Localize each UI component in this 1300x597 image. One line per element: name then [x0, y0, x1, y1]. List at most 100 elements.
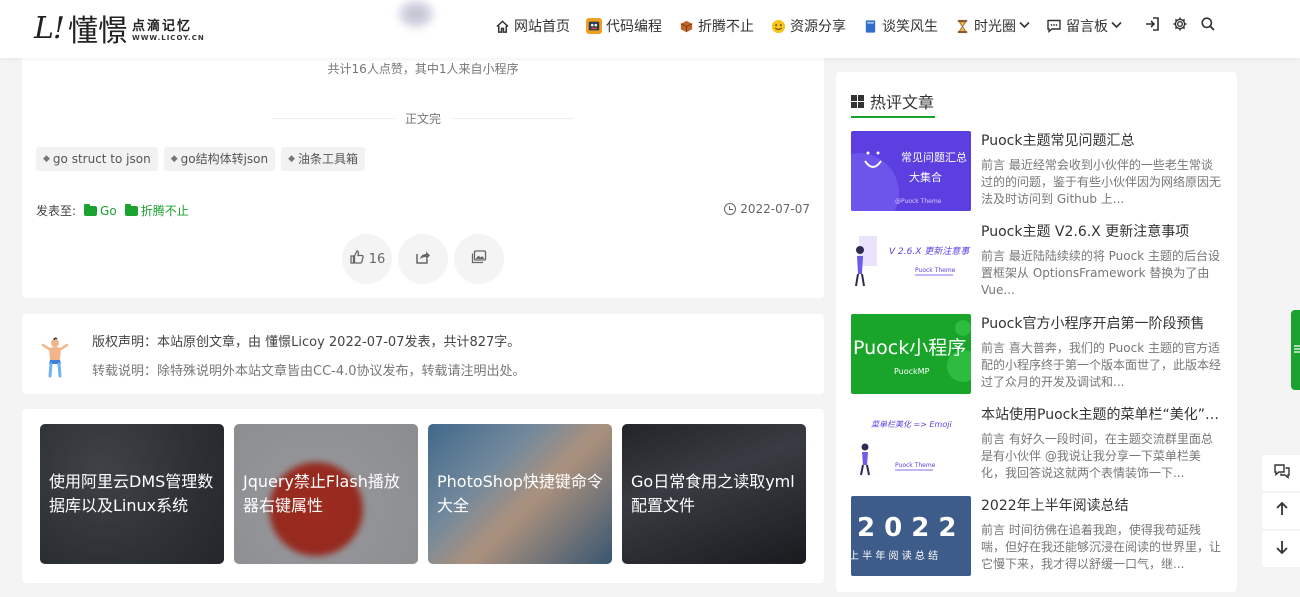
hot-post-excerpt: 前言 喜大普奔，我们的 Puock 主题的官方适配的小程序终于第一个版本面世了，… — [981, 341, 1222, 389]
post-date: 2022-07-07 — [724, 202, 810, 216]
side-drawer-tab[interactable] — [1291, 310, 1300, 390]
site-header: L! 懂憬 点滴记忆 WWW.LICOY.CN 网站首页 代码编程 折腾不止 资… — [0, 0, 1300, 58]
tag-icon: ◆ — [170, 153, 178, 164]
related-post-card[interactable]: Go日常食用之读取yml配置文件 — [622, 424, 806, 564]
hot-post-excerpt: 前言 有好久一段时间，在主题交流群里面总是有小伙伴 @我说让我分享一下菜单栏美化… — [981, 432, 1213, 480]
svg-text:常见问题汇总: 常见问题汇总 — [901, 150, 967, 164]
tag-item[interactable]: ◆ 油条工具箱 — [281, 147, 366, 171]
nav-item-guestbook[interactable]: 留言板 — [1046, 16, 1122, 36]
nav-label: 谈笑风生 — [882, 19, 938, 35]
hot-post-title: Puock官方小程序开启第一阶段预售 — [981, 316, 1205, 332]
related-post-title: Go日常食用之读取yml配置文件 — [631, 472, 795, 515]
hot-post-excerpt: 前言 最近陆陆续续的将 Puock 主题的后台设置框架从 OptionsFram… — [981, 249, 1220, 297]
copyright-card: 版权声明：本站原创文章，由 懂憬Licoy 2022-07-07发表，共计827… — [22, 314, 824, 394]
nav-label: 留言板 — [1066, 19, 1108, 35]
nav-item-talk[interactable]: 谈笑风生 — [862, 16, 938, 36]
svg-text:上 半 年 阅 读 总 结: 上 半 年 阅 读 总 结 — [851, 549, 938, 562]
svg-text:2 0 2 2: 2 0 2 2 — [857, 513, 957, 543]
hot-post-item[interactable]: 2 0 2 2 上 半 年 阅 读 总 结 2022年上半年阅读总结 前言 时间… — [851, 496, 1223, 578]
category-link-tinker[interactable]: 折腾不止 — [124, 202, 189, 219]
hot-post-item[interactable]: 常见问题汇总 大集合 @Puock Theme Puock主题常见问题汇总 前言… — [851, 131, 1223, 213]
post-end-text: 正文完 — [394, 112, 451, 126]
comments-button[interactable] — [1262, 455, 1300, 491]
blurred-avatar — [398, 0, 434, 28]
hot-post-item[interactable]: Puock小程序 PuockMP Puock官方小程序开启第一阶段预售 前言 喜… — [851, 314, 1223, 396]
tag-item[interactable]: ◆ go结构体转json — [163, 147, 276, 171]
tag-label: go struct to json — [52, 151, 151, 166]
related-post-card[interactable]: PhotoShop快捷键命令大全 — [428, 424, 612, 564]
publish-row: 发表至: Go 折腾不止 — [36, 202, 189, 219]
search-icon — [1200, 16, 1216, 36]
svg-text:V 2.6.X 更新注意事: V 2.6.X 更新注意事 — [889, 246, 971, 257]
logo-mark: L! — [34, 10, 65, 46]
like-summary: 共计16人点赞，其中1人来自小程序 — [327, 62, 519, 76]
post-end-marker: 正文完 — [22, 110, 824, 127]
publish-label: 发表至: — [36, 204, 77, 218]
nav-item-home[interactable]: 网站首页 — [494, 16, 570, 36]
search-button[interactable] — [1194, 14, 1222, 38]
folder-icon — [124, 203, 138, 216]
hot-post-title: 2022年上半年阅读总结 — [981, 498, 1129, 514]
widget-title-text: 热评文章 — [870, 93, 935, 112]
svg-text:Puock Theme: Puock Theme — [895, 462, 936, 469]
nav-label: 代码编程 — [606, 19, 662, 35]
site-logo[interactable]: L! 懂憬 点滴记忆 WWW.LICOY.CN — [34, 8, 205, 50]
image-icon — [471, 249, 487, 269]
hot-post-title: Puock主题常见问题汇总 — [981, 133, 1135, 149]
post-footer-card: 共计16人点赞，其中1人来自小程序 正文完 ◆ go struct to json… — [22, 40, 824, 298]
like-count: 16 — [368, 251, 386, 267]
svg-text:菜单栏美化 => Emoji: 菜单栏美化 => Emoji — [871, 420, 952, 429]
floating-toolbar — [1262, 455, 1300, 569]
category-link-go[interactable]: Go — [84, 203, 117, 218]
gear-icon — [1172, 16, 1188, 36]
tag-icon: ◆ — [43, 153, 50, 164]
hot-post-thumbnail: 2 0 2 2 上 半 年 阅 读 总 结 — [851, 496, 971, 576]
like-button[interactable]: 16 — [342, 234, 392, 284]
tag-item[interactable]: ◆ go struct to json — [36, 147, 158, 171]
nav-item-moments[interactable]: 时光圈 — [954, 16, 1030, 36]
hot-post-thumbnail: Puock小程序 PuockMP — [851, 314, 971, 394]
comments-icon — [1273, 462, 1291, 484]
nav-label: 折腾不止 — [698, 19, 754, 35]
menu-icon — [1294, 344, 1300, 356]
reprint-statement: 转载说明：除特殊说明外本站文章皆由CC-4.0协议发布，转载请注明出处。 — [92, 364, 526, 379]
arrow-down-icon — [1273, 538, 1291, 560]
svg-text:Puock小程序: Puock小程序 — [853, 337, 966, 359]
hot-post-item[interactable]: V 2.6.X 更新注意事 Puock Theme Puock主题 V2.6.X… — [851, 222, 1223, 304]
logo-domain: WWW.LICOY.CN — [131, 33, 205, 42]
hourglass-icon — [954, 18, 970, 34]
poster-button[interactable] — [454, 234, 504, 284]
settings-button[interactable] — [1166, 14, 1194, 38]
hot-posts-widget: 热评文章 常见问题汇总 大集合 @Puock Theme Puock主题常见问题… — [836, 72, 1237, 592]
category-label: Go — [100, 203, 117, 218]
tag-list: ◆ go struct to json ◆ go结构体转json ◆ 油条工具箱 — [36, 147, 371, 171]
nav-item-code[interactable]: 代码编程 — [586, 16, 662, 36]
hot-post-thumbnail: V 2.6.X 更新注意事 Puock Theme — [851, 222, 971, 302]
author-illustration — [40, 336, 70, 378]
hot-post-thumbnail: 常见问题汇总 大集合 @Puock Theme — [851, 131, 971, 211]
share-icon — [415, 249, 431, 269]
message-icon — [1046, 18, 1062, 34]
hot-post-title: 本站使用Puock主题的菜单栏“美化”方法 — [981, 407, 1223, 423]
nav-item-tinker[interactable]: 折腾不止 — [678, 16, 754, 36]
post-actions: 16 — [342, 234, 510, 284]
share-button[interactable] — [398, 234, 448, 284]
related-post-card[interactable]: 使用阿里云DMS管理数据库以及Linux系统 — [40, 424, 224, 564]
related-post-title: Jquery禁止Flash播放器右键属性 — [243, 472, 400, 515]
category-label: 折腾不止 — [140, 204, 189, 218]
related-post-card[interactable]: Jquery禁止Flash播放器右键属性 — [234, 424, 418, 564]
scroll-top-button[interactable] — [1262, 493, 1300, 529]
svg-text:PuockMP: PuockMP — [894, 367, 930, 376]
related-post-title: PhotoShop快捷键命令大全 — [437, 472, 603, 515]
svg-text:大集合: 大集合 — [909, 170, 942, 184]
scroll-bottom-button[interactable] — [1262, 531, 1300, 567]
nav-item-resources[interactable]: 资源分享 — [770, 16, 846, 36]
login-button[interactable] — [1138, 14, 1166, 38]
hot-post-excerpt: 前言 时间彷佛在追着我跑，使得我苟延残喘，但好在我还能够沉浸在阅读的世界里，让它… — [981, 523, 1222, 571]
box-icon — [678, 18, 694, 34]
hot-post-item[interactable]: 菜单栏美化 => Emoji Puock Theme 本站使用Puock主题的菜… — [851, 405, 1223, 487]
login-icon — [1144, 16, 1160, 36]
hot-post-thumbnail: 菜单栏美化 => Emoji Puock Theme — [851, 405, 971, 485]
arrow-up-icon — [1273, 500, 1291, 522]
copyright-statement: 版权声明：本站原创文章，由 懂憬Licoy 2022-07-07发表，共计827… — [92, 335, 521, 350]
